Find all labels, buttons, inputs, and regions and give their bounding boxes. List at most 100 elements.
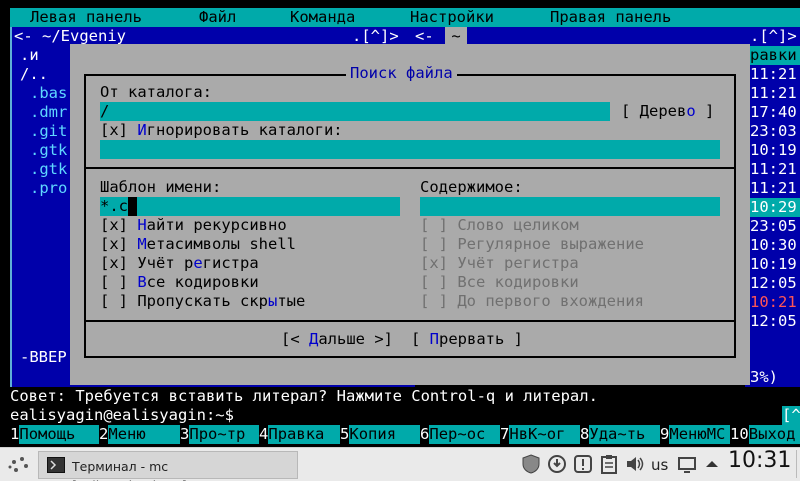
fkey-7-button[interactable]: НвК~ог bbox=[509, 425, 580, 444]
fkey-number: 10 bbox=[730, 425, 749, 443]
menu-right-panel[interactable]: Правая панель bbox=[550, 8, 671, 27]
start-dir-input[interactable]: / bbox=[100, 102, 610, 121]
file-entry[interactable]: /.. bbox=[20, 65, 48, 84]
whole-words-checkbox[interactable]: [ ] Слово целиком bbox=[420, 216, 579, 235]
terminal-icon bbox=[47, 457, 65, 473]
hint-line: Совет: Требуется вставить литерал? Нажми… bbox=[10, 387, 598, 405]
file-time[interactable]: 11:21 bbox=[750, 84, 800, 103]
right-panel-percent: 3%) bbox=[750, 368, 778, 386]
file-entry[interactable]: .gtk bbox=[30, 160, 67, 179]
fkey-9-button[interactable]: МенюМС bbox=[669, 425, 730, 444]
terminal-top-edge bbox=[0, 0, 800, 8]
fkey-5-button[interactable]: Копия bbox=[349, 425, 420, 444]
file-entry[interactable]: .gtk bbox=[30, 141, 67, 160]
file-time[interactable]: 11:21 bbox=[750, 179, 800, 198]
fkey-8-button[interactable]: Уда~ть bbox=[589, 425, 660, 444]
fkey-6-button[interactable]: Пер~ос bbox=[429, 425, 500, 444]
fkey-number: 7 bbox=[500, 425, 510, 443]
shell-patterns-checkbox[interactable]: [x] Метасимволы shell bbox=[100, 235, 296, 254]
fkey-number: 1 bbox=[10, 425, 20, 443]
dialog-separator bbox=[84, 320, 736, 322]
column-header-date[interactable]: равки bbox=[750, 46, 800, 65]
file-time[interactable]: 10:30 bbox=[750, 236, 800, 255]
file-time[interactable]: 10:19 bbox=[750, 255, 800, 274]
fkey-number: 2 bbox=[99, 425, 109, 443]
ignore-dirs-checkbox[interactable]: [x] Игнорировать каталоги: bbox=[100, 121, 343, 140]
task-button-label: Терминал - mc [ealisyagin@iwan]:~ bbox=[72, 459, 201, 481]
fkey-number: 9 bbox=[660, 425, 670, 443]
fkey-4-button[interactable]: Правка bbox=[268, 425, 340, 444]
terminal-task-button[interactable]: Терминал - mc [ealisyagin@iwan]:~ bbox=[38, 451, 298, 481]
cancel-button[interactable]: [ Прервать ] bbox=[411, 330, 523, 349]
fkey-2-button[interactable]: Меню bbox=[108, 425, 180, 444]
file-time[interactable]: 12:05 bbox=[750, 274, 800, 293]
all-charsets-checkbox[interactable]: [ ] Все кодировки bbox=[100, 273, 259, 292]
notification-icon[interactable] bbox=[572, 453, 594, 475]
fkey-number: 5 bbox=[340, 425, 350, 443]
file-entry[interactable]: .и bbox=[20, 46, 39, 65]
text-cursor bbox=[128, 197, 137, 216]
fkey-number: 6 bbox=[420, 425, 430, 443]
file-time[interactable]: 10:21 bbox=[750, 293, 800, 312]
file-time[interactable]: 23:05 bbox=[750, 217, 800, 236]
app-menu-icon[interactable] bbox=[6, 454, 32, 476]
volume-icon[interactable] bbox=[624, 453, 646, 475]
first-hit-checkbox[interactable]: [ ] До первого вхождения bbox=[420, 292, 644, 311]
left-panel-mini-status: -ВВЕР bbox=[20, 348, 67, 366]
file-time[interactable]: 23:03 bbox=[750, 122, 800, 141]
function-key-bar: 1 Помощь 2 Меню 3 Про~тр 4 Правка 5 Копия 6 Пер~ос 7… bbox=[10, 425, 800, 444]
file-time[interactable]: 10:19 bbox=[750, 141, 800, 160]
file-time[interactable]: 10:29 bbox=[750, 198, 800, 217]
dialog-title: Поиск файла bbox=[346, 64, 457, 83]
start-dir-label: От каталога: bbox=[100, 83, 212, 101]
left-panel-path[interactable]: ~/Evgeniy bbox=[42, 27, 126, 45]
display-icon[interactable] bbox=[676, 453, 698, 475]
clipboard-icon[interactable] bbox=[598, 453, 620, 475]
skip-hidden-checkbox[interactable]: [ ] Пропускать скрытые bbox=[100, 292, 305, 311]
case-sensitive-checkbox[interactable]: [x] Учёт регистра bbox=[100, 254, 259, 273]
content-case-checkbox[interactable]: [x] Учёт регистра bbox=[420, 254, 579, 273]
file-time[interactable]: 11:21 bbox=[750, 160, 800, 179]
tree-button[interactable]: [ Дерево ] bbox=[621, 102, 714, 121]
file-time[interactable]: 12:05 bbox=[750, 312, 800, 331]
show-desktop-edge[interactable] bbox=[796, 450, 800, 478]
file-time[interactable]: 11:21 bbox=[750, 65, 800, 84]
prompt-right-indicator: [^ bbox=[782, 406, 800, 425]
mc-menu-bar: Левая панель Файл Команда Настройки Прав… bbox=[10, 8, 800, 27]
menu-left-panel[interactable]: Левая панель bbox=[30, 8, 142, 27]
right-panel-header-controls[interactable]: .[^]> bbox=[750, 27, 797, 46]
file-entry[interactable]: .dmr bbox=[30, 103, 67, 122]
right-panel[interactable]: .[^]> равки 11:21 11:21 17:40 23:03 10:19 11:… bbox=[745, 27, 800, 387]
ignore-dirs-input[interactable] bbox=[100, 140, 720, 159]
file-entry[interactable]: .pro bbox=[30, 179, 67, 198]
menu-file[interactable]: Файл bbox=[199, 8, 236, 27]
fkey-number: 4 bbox=[259, 425, 269, 443]
fkey-10-button[interactable]: Выход bbox=[748, 425, 800, 444]
dialog-separator bbox=[84, 167, 736, 169]
file-name-label: Шаблон имени: bbox=[100, 178, 222, 196]
content-charsets-checkbox[interactable]: [ ] Все кодировки bbox=[420, 273, 579, 292]
file-entry[interactable]: .git bbox=[30, 122, 67, 141]
fkey-number: 3 bbox=[180, 425, 190, 443]
taskbar: Терминал - mc [ealisyagin@iwan]:~ us 10:… bbox=[0, 447, 800, 481]
fkey-1-button[interactable]: Помощь bbox=[19, 425, 99, 444]
tray-expand-icon[interactable] bbox=[703, 453, 721, 475]
file-name-input[interactable]: *.c bbox=[100, 197, 400, 216]
menu-options[interactable]: Настройки bbox=[410, 8, 494, 27]
file-time[interactable]: 17:40 bbox=[750, 103, 800, 122]
clock[interactable]: 10:31 bbox=[728, 450, 791, 472]
fkey-number: 8 bbox=[580, 425, 590, 443]
update-icon[interactable] bbox=[546, 453, 568, 475]
content-label: Содержимое: bbox=[420, 178, 523, 196]
next-button[interactable]: [< Дальше >] bbox=[281, 330, 393, 349]
keyboard-layout[interactable]: us bbox=[651, 456, 668, 475]
menu-command[interactable]: Команда bbox=[290, 8, 355, 27]
regexp-checkbox[interactable]: [ ] Регулярное выражение bbox=[420, 235, 644, 254]
terminal-window: Левая панель Файл Команда Настройки Прав… bbox=[0, 0, 800, 447]
content-input[interactable] bbox=[420, 197, 720, 216]
fkey-3-button[interactable]: Про~тр bbox=[189, 425, 259, 444]
find-recursively-checkbox[interactable]: [x] Найти рекурсивно bbox=[100, 216, 287, 235]
shell-prompt[interactable]: ealisyagin@ealisyagin:~$ bbox=[10, 406, 234, 425]
shield-icon[interactable] bbox=[520, 453, 542, 475]
file-entry[interactable]: .bas bbox=[30, 84, 67, 103]
